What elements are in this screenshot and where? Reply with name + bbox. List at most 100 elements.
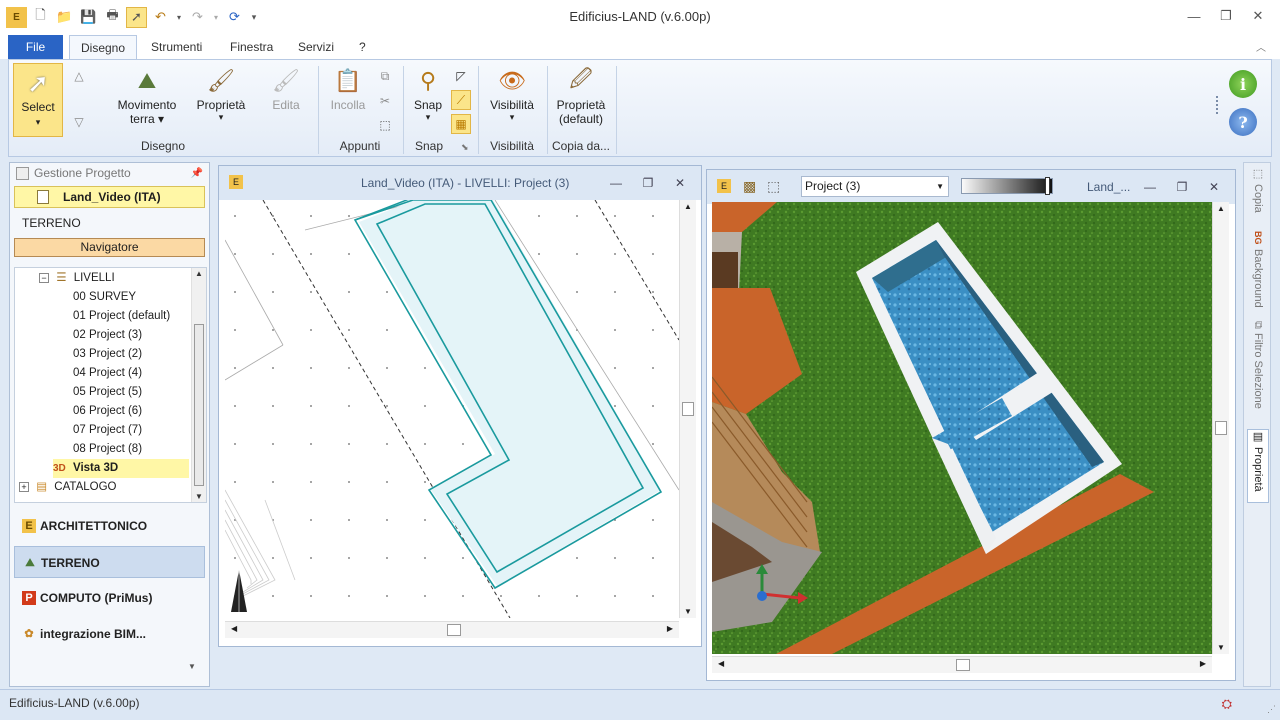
tree-item[interactable]: 01 Project (default)	[73, 307, 170, 326]
snap-corner-icon[interactable]: ◸	[451, 66, 471, 86]
level-dropdown[interactable]: Project (3) ▼	[801, 176, 949, 197]
scroll-right-icon[interactable]: ▶	[667, 624, 673, 633]
cut-icon[interactable]: ✂	[375, 91, 395, 111]
view3d-horizontal-scrollbar[interactable]: ◀ ▶	[712, 656, 1212, 673]
modules-more-icon[interactable]: ▼	[188, 662, 196, 671]
nav-up-icon[interactable]: △	[69, 66, 89, 86]
tree-item-livelli[interactable]: − ☰ LIVELLI	[39, 269, 115, 288]
module-computo[interactable]: P COMPUTO (PriMus)	[14, 582, 205, 614]
tree-item-vista-3d[interactable]: 3D Vista 3D	[53, 459, 189, 478]
nav-down-icon[interactable]: ▽	[69, 112, 89, 132]
tree-item[interactable]: 00 SURVEY	[73, 288, 136, 307]
tree-item[interactable]: 08 Project (8)	[73, 440, 142, 459]
tree-item[interactable]: 02 Project (3)	[73, 326, 142, 345]
texture-toggle-icon[interactable]: ▩	[743, 178, 756, 195]
snap-diagonal-icon[interactable]: ⟋	[451, 90, 471, 110]
side-tab-copia[interactable]: ⬚ Copia	[1247, 167, 1269, 227]
visibilita-button[interactable]: 👁 Visibilità ▾	[483, 64, 541, 123]
edita-button[interactable]: 🖌 Edita	[261, 64, 311, 112]
tree-scrollbar[interactable]: ▲ ▼	[191, 268, 206, 502]
view-3d-canvas[interactable]	[712, 202, 1212, 654]
snap-button[interactable]: ⚲ Snap ▾	[407, 64, 449, 123]
brightness-slider[interactable]	[961, 177, 1053, 195]
collapse-icon[interactable]: −	[39, 273, 49, 283]
scroll-down-icon[interactable]: ▼	[1217, 643, 1225, 652]
ribbon-grip	[1216, 96, 1219, 114]
scroll-left-icon[interactable]: ◀	[718, 659, 724, 668]
info-icon[interactable]: i	[1229, 70, 1257, 98]
maximize-icon[interactable]: ❐	[639, 174, 657, 192]
incolla-button[interactable]: 📋 Incolla	[325, 64, 371, 112]
tree-item[interactable]: 04 Project (4)	[73, 364, 142, 383]
select-button[interactable]: ➚ Select ▾	[13, 63, 63, 137]
side-tab-label: Background	[1252, 248, 1264, 308]
plan-vertical-scrollbar[interactable]: ▲ ▼	[679, 200, 696, 618]
tab-servizi[interactable]: Servizi	[287, 35, 345, 59]
select-all-icon[interactable]: ⬚	[375, 115, 395, 135]
snap-grid-icon[interactable]: ▦	[451, 114, 471, 134]
background-tab-icon: BG	[1253, 231, 1263, 245]
resize-grip-icon[interactable]: ⋰	[1267, 704, 1276, 715]
project-panel-header: Gestione Progetto 📌	[10, 163, 209, 184]
expand-icon[interactable]: +	[19, 482, 29, 492]
copy-icon[interactable]: ⧉	[375, 66, 395, 86]
view3d-vscroll-thumb[interactable]	[1215, 421, 1227, 435]
tab-help[interactable]: ?	[348, 35, 377, 59]
help-icon[interactable]: ?	[1229, 108, 1257, 136]
scroll-down-icon[interactable]: ▼	[195, 492, 203, 501]
module-architettonico[interactable]: E ARCHITETTONICO	[14, 510, 205, 542]
visibilita-dropdown-icon: ▾	[509, 112, 515, 122]
snap-settings-launcher-icon[interactable]: ⬊	[461, 142, 469, 153]
side-tab-filtro[interactable]: ⧉ Filtro Selezione	[1247, 321, 1269, 425]
render-region-icon[interactable]: ⬚	[767, 178, 780, 195]
plan-canvas[interactable]	[225, 200, 679, 618]
pin-icon[interactable]: 📌	[191, 163, 203, 184]
close-icon[interactable]: ✕	[1205, 178, 1223, 196]
tab-strumenti[interactable]: Strumenti	[140, 35, 213, 59]
minimize-icon[interactable]: —	[607, 174, 625, 192]
tree-item[interactable]: 07 Project (7)	[73, 421, 142, 440]
tree-item[interactable]: 03 Project (2)	[73, 345, 142, 364]
tab-disegno[interactable]: Disegno	[69, 35, 138, 59]
scroll-up-icon[interactable]: ▲	[195, 269, 203, 278]
brightness-slider-handle[interactable]	[1045, 177, 1050, 195]
tab-file[interactable]: File	[8, 35, 63, 59]
module-bim[interactable]: ✿ integrazione BIM...	[14, 618, 205, 650]
collapse-ribbon-icon[interactable]: ︿	[1256, 39, 1266, 54]
ribbon-separator	[318, 66, 319, 154]
ribbon-tabs: File Disegno Strumenti Finestra Servizi …	[0, 33, 1280, 59]
scroll-right-icon[interactable]: ▶	[1200, 659, 1206, 668]
view3d-hscroll-thumb[interactable]	[956, 659, 970, 671]
view3d-vertical-scrollbar[interactable]: ▲ ▼	[1212, 202, 1229, 654]
tree-scroll-thumb[interactable]	[194, 324, 204, 486]
project-root[interactable]: Land_Video (ITA)	[14, 186, 205, 208]
module-terreno[interactable]: ⛰ TERRENO	[14, 546, 205, 578]
plan-hscroll-thumb[interactable]	[447, 624, 461, 636]
tree-item[interactable]: 05 Project (5)	[73, 383, 142, 402]
movimento-terra-button[interactable]: ⛰ Movimento terra ▾	[107, 64, 187, 126]
group-label-visibilita: Visibilità	[490, 139, 534, 153]
window-title: Edificius-LAND (v.6.00p)	[569, 9, 711, 24]
tab-finestra[interactable]: Finestra	[219, 35, 284, 59]
plan-horizontal-scrollbar[interactable]: ◀ ▶	[225, 621, 679, 638]
scroll-left-icon[interactable]: ◀	[231, 624, 237, 633]
minimize-icon[interactable]: —	[1141, 178, 1159, 196]
scroll-down-icon[interactable]: ▼	[684, 607, 692, 616]
tree-item-catalogo[interactable]: + ▤ CATALOGO	[19, 478, 116, 497]
ribbon: ➚ Select ▾ △ ▽ ⛰ Movimento terra ▾ 🖌 Pro…	[8, 59, 1272, 157]
minimize-icon[interactable]: —	[1184, 6, 1204, 26]
maximize-icon[interactable]: ❐	[1216, 6, 1236, 26]
proprieta-button[interactable]: 🖌 Proprietà ▾	[191, 64, 251, 123]
plan-vscroll-thumb[interactable]	[682, 402, 694, 416]
side-tab-background[interactable]: BG Background	[1247, 231, 1269, 317]
status-settings-icon[interactable]: ⛭	[1222, 696, 1232, 712]
maximize-icon[interactable]: ❐	[1173, 178, 1191, 196]
close-icon[interactable]: ✕	[1248, 6, 1268, 26]
tree-item[interactable]: 06 Project (6)	[73, 402, 142, 421]
side-tab-proprieta[interactable]: ▤ Proprietà	[1247, 429, 1269, 503]
navigator-button[interactable]: Navigatore	[14, 238, 205, 257]
scroll-up-icon[interactable]: ▲	[1217, 204, 1225, 213]
proprieta-default-button[interactable]: 🖉 Proprietà (default)	[549, 64, 613, 126]
close-icon[interactable]: ✕	[671, 174, 689, 192]
scroll-up-icon[interactable]: ▲	[684, 202, 692, 211]
